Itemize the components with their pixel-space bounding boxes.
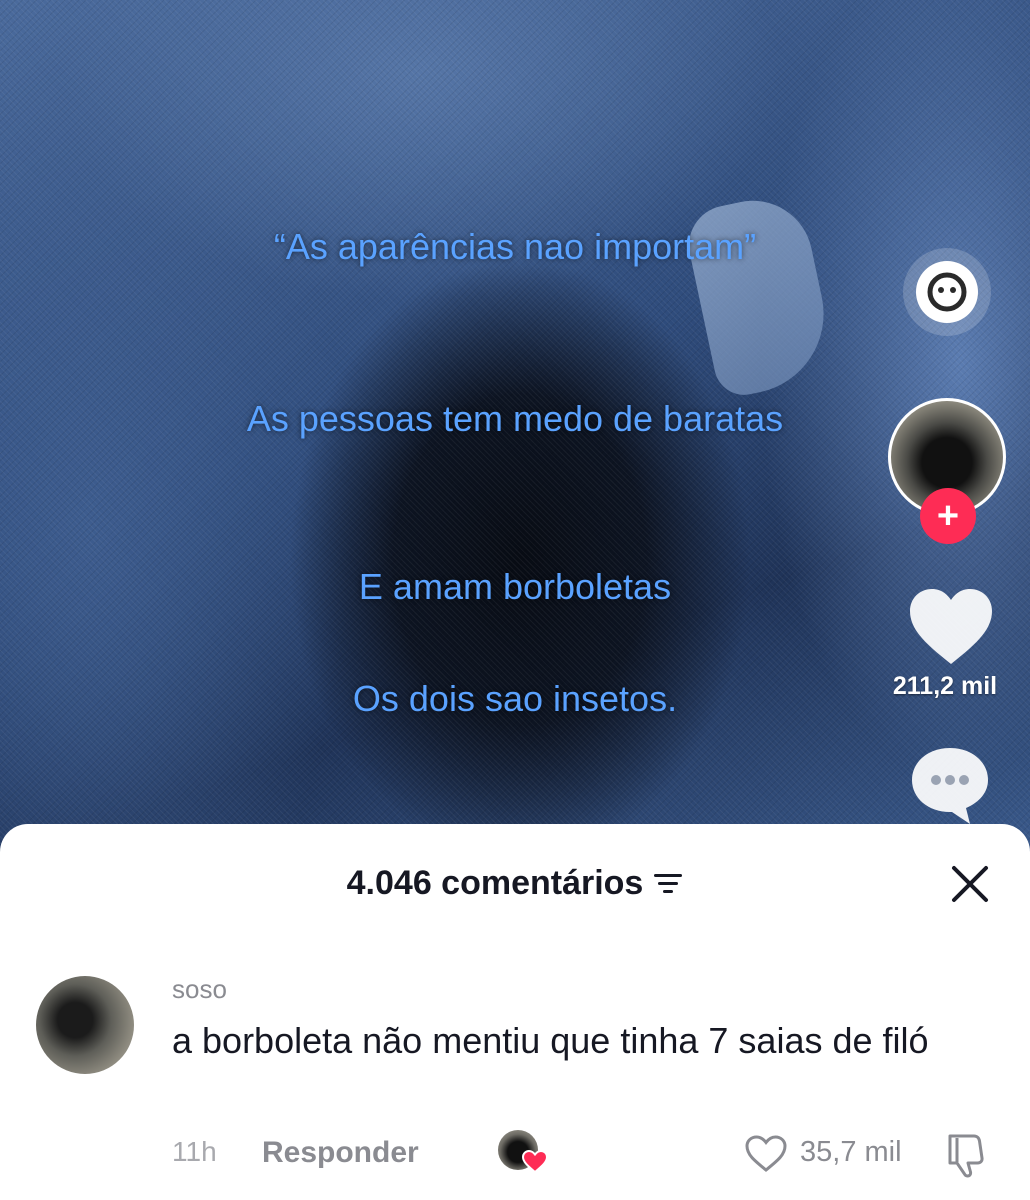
comment-like-heart-icon[interactable] (744, 1134, 788, 1174)
creator-liked-badge (498, 1130, 548, 1174)
comment-bubble-icon (912, 748, 988, 824)
reply-button[interactable]: Responder (262, 1136, 419, 1170)
close-icon (952, 866, 988, 902)
comment-button[interactable] (908, 742, 992, 826)
video-player[interactable]: “As aparências nao importam” As pessoas … (0, 0, 1030, 860)
comment-like-count: 35,7 mil (800, 1136, 902, 1168)
overlay-line-1: “As aparências nao importam” (273, 226, 757, 267)
heart-icon (910, 589, 992, 664)
comments-count-title: 4.046 comentários (346, 863, 644, 902)
sort-icon[interactable] (653, 872, 683, 894)
sticker-button[interactable] (903, 248, 991, 336)
comment-text: a borboleta não mentiu que tinha 7 saias… (172, 1020, 929, 1061)
chat-bubble-face-icon (916, 261, 978, 323)
comments-sheet: 4.046 comentários soso a borboleta não m… (0, 824, 1030, 1200)
overlay-line-4: Os dois sao insetos. (352, 678, 678, 719)
follow-button[interactable]: + (920, 488, 976, 544)
overlay-line-3: E amam borboletas (358, 566, 672, 607)
overlay-line-2: As pessoas tem medo de baratas (246, 398, 784, 439)
plus-icon: + (936, 495, 960, 537)
comment-username[interactable]: soso (172, 974, 227, 1005)
like-button[interactable] (906, 586, 996, 668)
like-count: 211,2 mil (892, 672, 998, 700)
comment-meta-row: 11h Responder 35,7 mil (0, 1130, 1030, 1178)
heart-icon (522, 1150, 548, 1174)
comments-header: 4.046 comentários (0, 858, 1030, 908)
dislike-icon[interactable] (944, 1132, 994, 1178)
comment-time: 11h (172, 1136, 217, 1167)
comment-avatar[interactable] (36, 976, 134, 1074)
close-button[interactable] (948, 862, 992, 906)
